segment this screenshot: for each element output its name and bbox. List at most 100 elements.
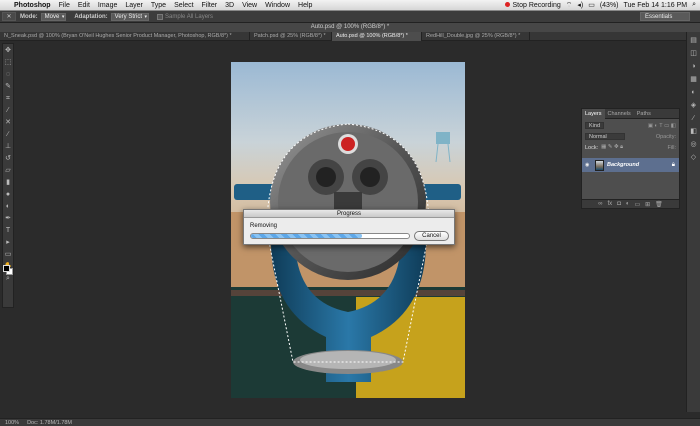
layer-style-icon[interactable]: fx xyxy=(608,201,613,207)
battery-icon[interactable]: ▭ xyxy=(588,1,595,9)
dock-channels-icon[interactable]: ◎ xyxy=(689,140,698,149)
layers-panel-footer: ∞ fx ◘ ◐ ▭ ⊞ 🗑︎ xyxy=(582,199,679,208)
menu-3d[interactable]: 3D xyxy=(225,2,234,9)
layer-name: Background xyxy=(607,162,640,168)
clone-stamp-tool-icon[interactable]: ⊥ xyxy=(4,142,13,151)
progress-message: Removing xyxy=(250,223,278,229)
lock-icon: 🔒︎ xyxy=(671,161,675,168)
wifi-icon[interactable]: ⌔ xyxy=(566,1,573,10)
cancel-button[interactable]: Cancel xyxy=(414,231,449,241)
progress-bar xyxy=(250,233,410,239)
eye-icon[interactable]: ◉ xyxy=(585,162,592,168)
spotlight-icon[interactable]: ⌕ xyxy=(692,1,696,9)
layers-panel-tabs: Layers Channels Paths xyxy=(582,108,679,119)
dock-swatches-icon[interactable]: ▦ xyxy=(689,75,698,84)
options-bar: ✕ Mode: Move Adaptation: Very Strict Sam… xyxy=(0,11,700,23)
filter-kind-select[interactable]: Kind xyxy=(585,122,605,129)
add-mask-icon[interactable]: ◘ xyxy=(617,201,621,207)
new-group-icon[interactable]: ▭ xyxy=(634,201,640,208)
document-size[interactable]: Doc: 1.78M/1.78M xyxy=(27,419,72,426)
blend-mode-select[interactable]: Normal xyxy=(585,133,625,140)
record-icon xyxy=(505,1,511,7)
adjustment-layer-icon[interactable]: ◐ xyxy=(626,201,630,207)
dock-brush-icon[interactable]: ∕ xyxy=(689,114,698,123)
stop-recording-item[interactable]: Stop Recording xyxy=(505,1,561,9)
workspace-select[interactable]: Essentials xyxy=(640,12,690,21)
dock-adjustments-icon[interactable]: ◐ xyxy=(689,88,698,97)
status-bar: 100% Doc: 1.78M/1.78M xyxy=(0,418,700,426)
sample-all-layers-label: Sample All Layers xyxy=(165,13,214,20)
layer-filter-row: Kind ▣ ◐ T ▭ ◧ xyxy=(582,121,679,130)
brush-tool-icon[interactable]: ∕ xyxy=(4,130,13,139)
menu-select[interactable]: Select xyxy=(174,2,193,9)
gradient-tool-icon[interactable]: ▮ xyxy=(4,178,13,187)
battery-percent: (43%) xyxy=(599,1,619,9)
layer-row-background[interactable]: ◉ Background 🔒︎ xyxy=(582,158,679,172)
crop-tool-icon[interactable]: ⌗ xyxy=(4,94,13,103)
blur-tool-icon[interactable]: ● xyxy=(4,190,13,199)
dock-history-icon[interactable]: ▤ xyxy=(689,36,698,45)
clock[interactable]: Tue Feb 14 1:16 PM xyxy=(624,2,688,9)
lock-label: Lock: xyxy=(585,144,599,151)
tab-channels[interactable]: Channels xyxy=(605,111,634,117)
menu-window[interactable]: Window xyxy=(265,2,290,9)
tab-auto[interactable]: Auto.psd @ 100% (RGB/8*) * xyxy=(332,32,422,41)
menu-app-name[interactable]: Photoshop xyxy=(14,2,51,9)
move-tool-icon[interactable]: ✥ xyxy=(4,46,13,55)
eyedropper-tool-icon[interactable]: ⁄ xyxy=(4,106,13,115)
quick-select-tool-icon[interactable]: ✎ xyxy=(4,82,13,91)
blend-row: Normal Opacity: xyxy=(582,132,679,141)
history-brush-tool-icon[interactable]: ↺ xyxy=(4,154,13,163)
menu-file[interactable]: File xyxy=(59,2,70,9)
shape-tool-icon[interactable]: ▭ xyxy=(4,250,13,259)
dock-paths-icon[interactable]: ◇ xyxy=(689,153,698,162)
foreground-color-swatch[interactable] xyxy=(3,265,10,272)
mode-select[interactable]: Move xyxy=(40,12,67,21)
dock-color-icon[interactable]: ◑ xyxy=(689,62,698,71)
new-layer-icon[interactable]: ⊞ xyxy=(645,201,650,208)
adaptation-label: Adaptation: xyxy=(74,13,108,20)
delete-layer-icon[interactable]: 🗑︎ xyxy=(655,201,663,208)
pen-tool-icon[interactable]: ✒ xyxy=(4,214,13,223)
tab-layers[interactable]: Layers xyxy=(582,108,605,119)
lasso-tool-icon[interactable]: ◌ xyxy=(4,70,13,79)
eraser-tool-icon[interactable]: ▱ xyxy=(4,166,13,175)
lock-row: Lock: ▦ ✎ ✥ 🔒︎ Fill: xyxy=(582,143,679,152)
tab-patch[interactable]: Patch.psd @ 25% (RGB/8*) * xyxy=(250,32,332,41)
sample-all-layers-checkbox[interactable] xyxy=(157,13,164,20)
tab-redhill-double[interactable]: RedHill_Double.jpg @ 25% (RGB/8*) * xyxy=(422,32,530,41)
tab-paths[interactable]: Paths xyxy=(634,111,654,117)
fill-label: Fill: xyxy=(667,144,676,151)
progress-title: Progress xyxy=(244,210,454,218)
progress-dialog: Progress Removing Cancel xyxy=(243,209,455,245)
menu-image[interactable]: Image xyxy=(98,2,117,9)
tab-n-sneak[interactable]: N_Sneak.psd @ 100% (Bryan O'Neil Hughes … xyxy=(0,32,250,41)
dock-properties-icon[interactable]: ◫ xyxy=(689,49,698,58)
filter-icons[interactable]: ▣ ◐ T ▭ ◧ xyxy=(648,123,676,129)
mode-label: Mode: xyxy=(20,13,38,20)
link-layers-icon[interactable]: ∞ xyxy=(598,201,602,207)
dodge-tool-icon[interactable]: ◐ xyxy=(4,202,13,211)
volume-icon[interactable]: ◂) xyxy=(577,1,583,9)
type-tool-icon[interactable]: T xyxy=(4,226,13,235)
menu-layer[interactable]: Layer xyxy=(125,2,143,9)
content-aware-move-icon[interactable]: ✕ xyxy=(4,118,13,127)
menu-view[interactable]: View xyxy=(242,2,257,9)
menu-help[interactable]: Help xyxy=(298,2,312,9)
adaptation-select[interactable]: Very Strict xyxy=(110,12,150,21)
path-select-tool-icon[interactable]: ▸ xyxy=(4,238,13,247)
menu-filter[interactable]: Filter xyxy=(202,2,218,9)
content-aware-move-tool-icon[interactable]: ✕ xyxy=(2,12,16,21)
dock-layers-icon[interactable]: ◧ xyxy=(689,127,698,136)
progress-bar-fill xyxy=(251,234,362,238)
layers-panel: Layers Channels Paths Kind ▣ ◐ T ▭ ◧ Nor… xyxy=(581,108,680,209)
menu-edit[interactable]: Edit xyxy=(78,2,90,9)
document-tabs: N_Sneak.psd @ 100% (Bryan O'Neil Hughes … xyxy=(0,32,686,41)
menu-type[interactable]: Type xyxy=(151,2,166,9)
marquee-tool-icon[interactable]: ⬚ xyxy=(4,58,13,67)
menu-extras: Stop Recording ⌔ ◂) ▭ (43%) Tue Feb 14 1… xyxy=(505,1,700,10)
lock-icons[interactable]: ▦ ✎ ✥ 🔒︎ xyxy=(601,144,623,151)
zoom-level[interactable]: 100% xyxy=(5,419,19,426)
zoom-tool-icon[interactable]: ⌕ xyxy=(4,274,13,283)
dock-styles-icon[interactable]: ◈ xyxy=(689,101,698,110)
